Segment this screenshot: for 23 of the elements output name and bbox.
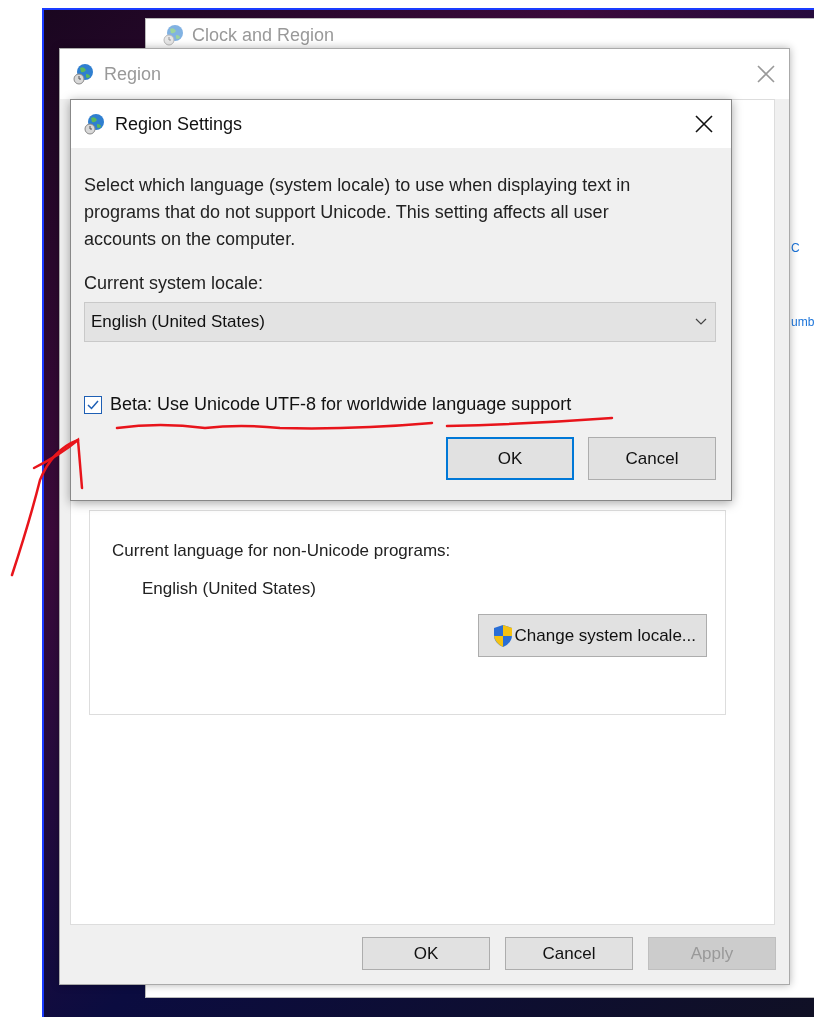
shield-icon — [492, 623, 513, 648]
dialog-button[interactable]: Cancel — [505, 937, 633, 970]
dialog-title: Region Settings — [115, 113, 244, 135]
link[interactable]: umb — [791, 315, 814, 329]
dialog-button[interactable]: Cancel — [588, 437, 716, 480]
globe-icon — [83, 112, 107, 136]
checkbox-label: Beta: Use Unicode UTF-8 for worldwide language support — [110, 394, 572, 415]
change-locale-button[interactable]: Change system locale... — [477, 614, 707, 657]
window-title: Region — [104, 63, 163, 85]
label: Current language for non-Unicode programs: — [112, 541, 452, 561]
value-text: English (United States) — [142, 579, 317, 599]
window-title: Clock and Region — [192, 24, 335, 46]
globe-icon — [72, 62, 96, 86]
caret-icon — [695, 318, 707, 326]
close-icon[interactable] — [695, 115, 713, 133]
label: Current system locale: — [84, 273, 265, 294]
locale-dropdown[interactable]: English (United States) — [84, 302, 716, 342]
globe-icon — [162, 23, 186, 47]
checkbox[interactable] — [84, 395, 102, 414]
dialog-button[interactable]: OK — [362, 937, 490, 970]
link[interactable]: C — [791, 241, 814, 255]
dialog-button[interactable]: OK — [446, 437, 574, 480]
description-text: Select which language (system locale) to use when displaying text in programs that do not support Unicode. This setting affects all user accounts on the computer. — [84, 174, 632, 251]
